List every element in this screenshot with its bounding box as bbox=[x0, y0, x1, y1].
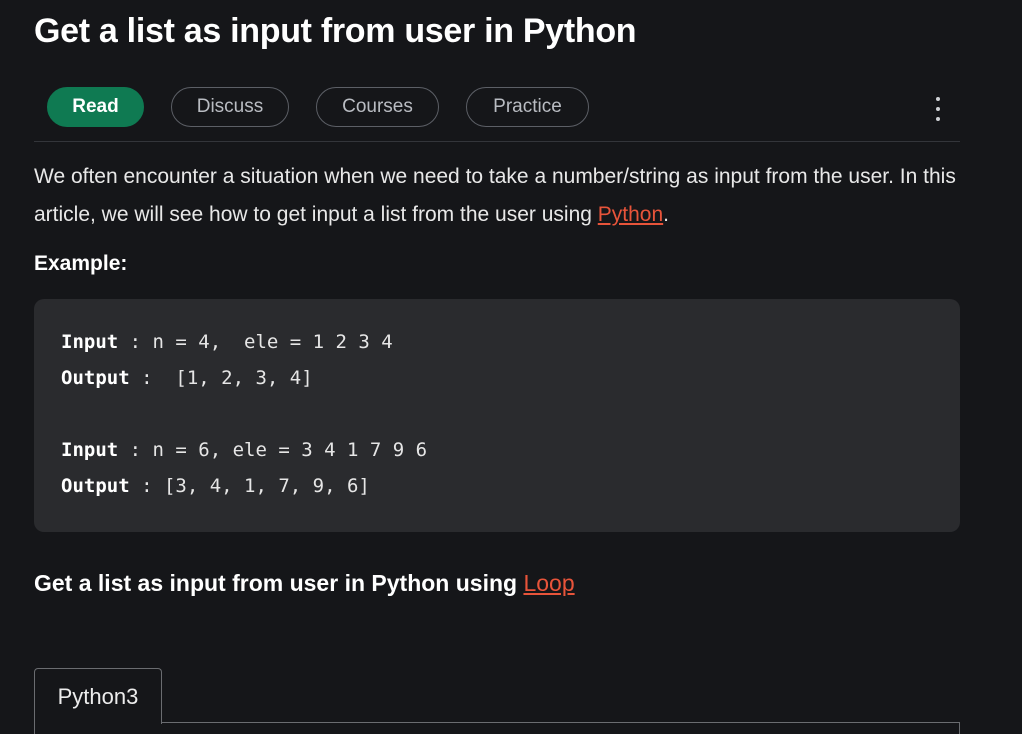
example-code-block: Input : n = 4, ele = 1 2 3 4 Output : [1… bbox=[34, 299, 960, 532]
code-keyword: Output bbox=[61, 367, 130, 389]
code-keyword: Output bbox=[61, 475, 130, 497]
code-text: : n = 4, ele = 1 2 3 4 bbox=[118, 331, 393, 353]
code-text: : [3, 4, 1, 7, 9, 6] bbox=[129, 475, 370, 497]
dot bbox=[936, 107, 940, 111]
intro-text-end: . bbox=[663, 203, 669, 226]
code-text: : n = 6, ele = 3 4 1 7 9 6 bbox=[118, 439, 428, 461]
loop-link[interactable]: Loop bbox=[523, 570, 574, 596]
article-tabs: Read Discuss Courses Practice bbox=[34, 84, 960, 142]
intro-text: We often encounter a situation when we n… bbox=[34, 165, 956, 226]
section-heading: Get a list as input from user in Python … bbox=[34, 570, 575, 597]
code-line: Output : [3, 4, 1, 7, 9, 6] bbox=[61, 475, 370, 497]
python-link[interactable]: Python bbox=[598, 203, 663, 226]
example-label: Example: bbox=[34, 252, 128, 275]
code-tab-python3[interactable]: Python3 bbox=[34, 668, 162, 724]
intro-paragraph: We often encounter a situation when we n… bbox=[34, 158, 964, 234]
code-line: Output : [1, 2, 3, 4] bbox=[61, 367, 313, 389]
page-title: Get a list as input from user in Python bbox=[34, 12, 637, 50]
tab-read[interactable]: Read bbox=[47, 87, 144, 127]
code-text: : [1, 2, 3, 4] bbox=[129, 367, 313, 389]
dot bbox=[936, 117, 940, 121]
tab-courses[interactable]: Courses bbox=[316, 87, 439, 127]
code-panel bbox=[34, 722, 960, 734]
code-keyword: Input bbox=[61, 331, 119, 353]
code-line: Input : n = 6, ele = 3 4 1 7 9 6 bbox=[61, 439, 427, 461]
tab-discuss[interactable]: Discuss bbox=[171, 87, 289, 127]
section-heading-text: Get a list as input from user in Python … bbox=[34, 570, 524, 596]
tab-practice[interactable]: Practice bbox=[466, 87, 589, 127]
code-keyword: Input bbox=[61, 439, 119, 461]
dot bbox=[936, 97, 940, 101]
code-line: Input : n = 4, ele = 1 2 3 4 bbox=[61, 331, 393, 353]
more-options-icon[interactable] bbox=[928, 94, 948, 124]
